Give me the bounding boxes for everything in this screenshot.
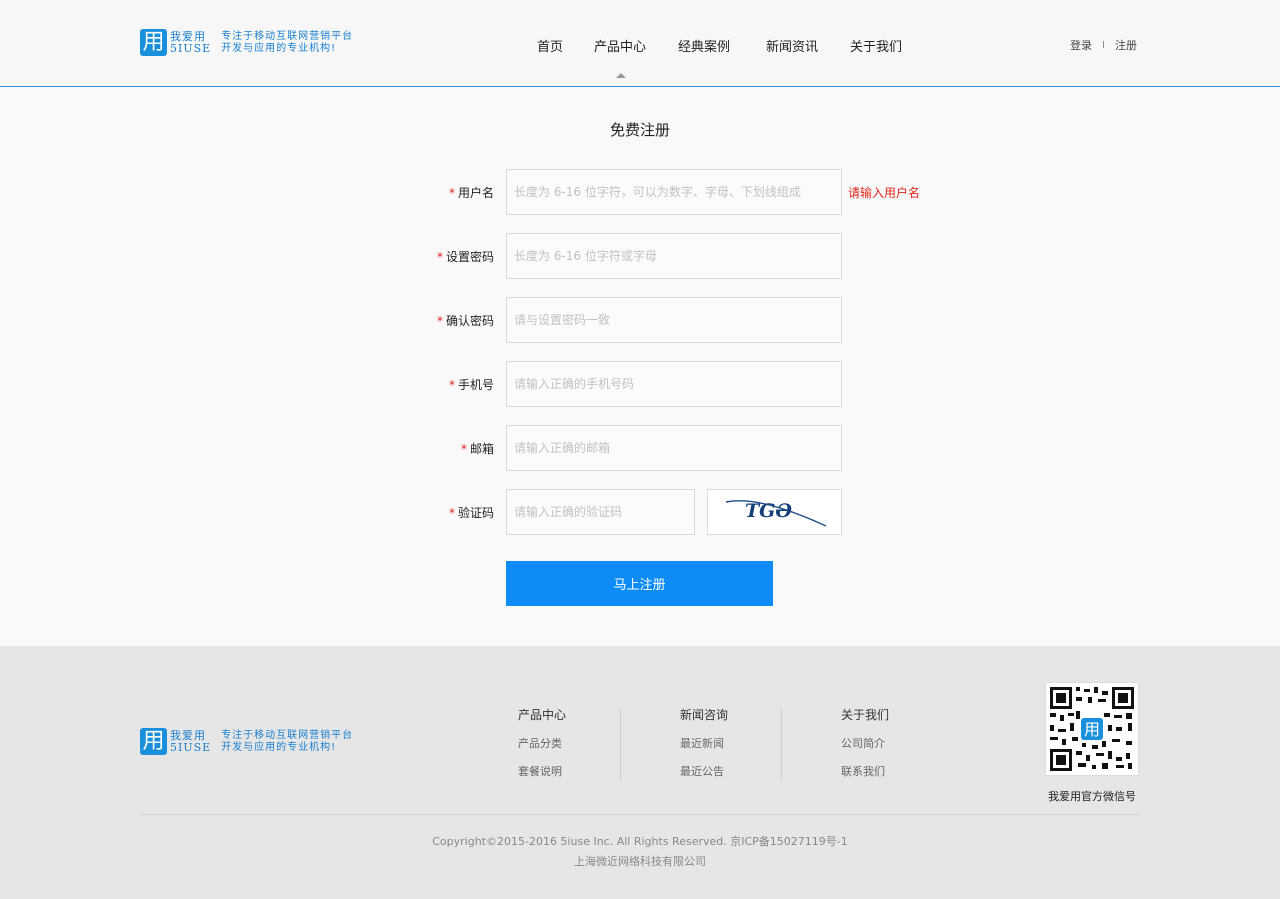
username-label: * 用户名 <box>448 186 494 200</box>
captcha-image[interactable]: TGƏ <box>707 489 842 535</box>
confirm-password-label: * 确认密码 <box>436 314 494 328</box>
footer-divider <box>620 709 621 781</box>
nav-item-cases[interactable]: 经典案例 <box>678 36 730 55</box>
form-row-confirm-password: * 确认密码 <box>0 297 1280 343</box>
nav-item-home[interactable]: 首页 <box>537 36 563 55</box>
footer-logo[interactable]: 用 我爱用 5IUSE 专注于移动互联网营销平台 开发与应用的专业机构! <box>140 728 353 755</box>
register-link[interactable]: 注册 <box>1115 37 1137 53</box>
login-link[interactable]: 登录 <box>1070 37 1092 53</box>
footer-link-company-intro[interactable]: 公司简介 <box>841 735 889 751</box>
captcha-glyphs: TGƏ <box>725 500 827 527</box>
nav-item-products[interactable]: 产品中心 <box>594 36 646 55</box>
footer-col-title: 关于我们 <box>841 708 890 722</box>
nav-item-news[interactable]: 新闻资讯 <box>766 36 818 55</box>
qr-code-icon: 用 <box>1050 687 1134 771</box>
footer-col-news: 新闻咨询 最近新闻 最近公告 <box>680 706 728 791</box>
footer-col-title: 新闻咨询 <box>680 708 729 722</box>
username-input[interactable] <box>506 169 842 215</box>
form-row-phone: * 手机号 <box>0 361 1280 407</box>
confirm-password-input[interactable] <box>506 297 842 343</box>
email-label: * 邮箱 <box>460 442 494 456</box>
footer-col-products: 产品中心 产品分类 套餐说明 <box>518 706 566 791</box>
copyright-text: Copyright©2015-2016 5iuse Inc. All Right… <box>432 835 848 848</box>
register-submit-button[interactable]: 马上注册 <box>506 561 773 606</box>
site-footer: 用 我爱用 5IUSE 专注于移动互联网营销平台 开发与应用的专业机构! 产品中… <box>0 646 1280 899</box>
nav-item-about[interactable]: 关于我们 <box>850 36 902 55</box>
phone-label: * 手机号 <box>448 378 494 392</box>
nav-active-caret-icon <box>616 73 626 78</box>
footer-divider-line <box>140 814 1140 815</box>
form-row-email: * 邮箱 <box>0 425 1280 471</box>
qr-caption: 我爱用官方微信号 <box>1048 790 1136 803</box>
phone-input[interactable] <box>506 361 842 407</box>
form-row-captcha: *验证码 TGƏ <box>0 489 1280 535</box>
footer-link-latest-notice[interactable]: 最近公告 <box>680 763 728 779</box>
footer-link-package-info[interactable]: 套餐说明 <box>518 763 566 779</box>
svg-text:用: 用 <box>1084 720 1100 739</box>
username-error: 请输入用户名 <box>848 186 921 200</box>
auth-links: 登录 I 注册 <box>1070 37 1137 53</box>
footer-link-latest-news[interactable]: 最近新闻 <box>680 735 728 751</box>
page-title: 免费注册 <box>609 121 670 139</box>
footer-link-contact-us[interactable]: 联系我们 <box>841 763 889 779</box>
wechat-qr-code: 用 <box>1045 682 1139 776</box>
site-header: 用 我爱用 5IUSE 专注于移动互联网营销平台 开发与应用的专业机构! 首页 … <box>0 0 1280 87</box>
form-row-password: * 设置密码 <box>0 233 1280 279</box>
footer-link-product-category[interactable]: 产品分类 <box>518 735 566 751</box>
form-row-username: *用户名 请输入用户名 <box>0 169 1280 215</box>
captcha-label: * 验证码 <box>448 506 494 520</box>
footer-col-about: 关于我们 公司简介 联系我们 <box>841 706 889 791</box>
password-input[interactable] <box>506 233 842 279</box>
auth-separator: I <box>1102 39 1105 51</box>
captcha-text: TGƏ <box>745 500 792 522</box>
password-label: * 设置密码 <box>436 250 494 264</box>
captcha-input[interactable] <box>506 489 695 535</box>
footer-logo-mark-icon: 用 <box>140 728 167 755</box>
footer-divider <box>781 709 782 781</box>
email-input[interactable] <box>506 425 842 471</box>
company-name: 上海微近网络科技有限公司 <box>574 855 706 868</box>
footer-col-title: 产品中心 <box>518 708 567 722</box>
